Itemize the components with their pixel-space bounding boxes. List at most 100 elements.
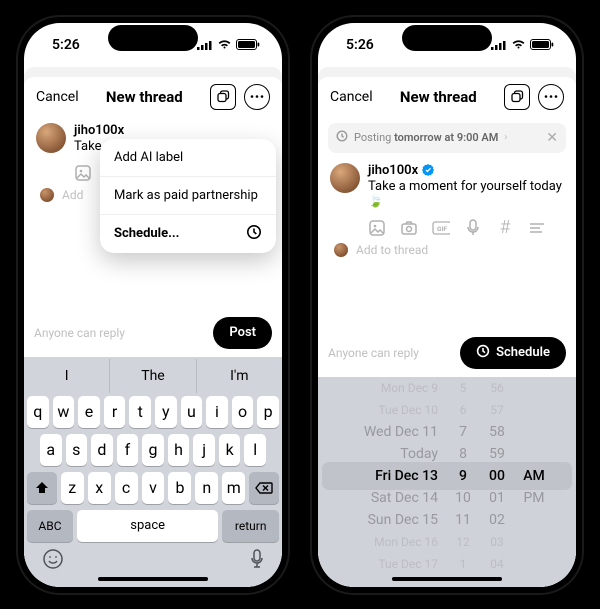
camera-icon[interactable] <box>400 219 418 237</box>
key-i[interactable]: i <box>206 396 228 428</box>
emoji-icon[interactable] <box>42 548 64 574</box>
key-n[interactable]: n <box>195 472 218 504</box>
schedule-button[interactable]: Schedule <box>460 337 566 369</box>
key-shift[interactable] <box>27 472 57 504</box>
prediction-0[interactable]: I <box>24 359 109 393</box>
cellular-icon <box>491 40 507 50</box>
wheel-hour[interactable]: 5 6 7 8 9 10 11 12 1 <box>446 377 480 575</box>
key-p[interactable]: p <box>257 396 279 428</box>
key-c[interactable]: c <box>115 472 138 504</box>
key-j[interactable]: j <box>193 434 215 466</box>
hashtag-icon[interactable]: # <box>496 219 514 237</box>
duplicate-icon[interactable] <box>210 84 236 110</box>
phone-right: 5:26 Cancel New thread Posting tomorrow … <box>310 15 584 595</box>
status-icons <box>491 39 554 50</box>
key-r[interactable]: r <box>104 396 126 428</box>
wheel-minute[interactable]: 56 57 58 59 00 01 02 03 04 <box>480 377 514 575</box>
key-abc[interactable]: ABC <box>27 510 73 542</box>
date-picker[interactable]: Mon Dec 9 Tue Dec 10 Wed Dec 11 Today Fr… <box>318 377 576 587</box>
nav-bar: Cancel New thread <box>24 77 282 117</box>
phone-left: 5:26 Cancel New thread jiho100x <box>16 15 290 595</box>
menu-schedule[interactable]: Schedule... <box>100 215 276 253</box>
key-backspace[interactable] <box>249 472 279 504</box>
compose-footer: Anyone can reply Schedule <box>318 329 576 377</box>
key-e[interactable]: e <box>78 396 100 428</box>
cancel-button[interactable]: Cancel <box>330 89 373 105</box>
username[interactable]: jiho100x <box>368 163 418 178</box>
key-d[interactable]: d <box>91 434 113 466</box>
key-return[interactable]: return <box>222 510 279 542</box>
username[interactable]: jiho100x <box>74 123 124 138</box>
attach-toolbar: GIF # <box>368 219 564 237</box>
compose-sheet: Cancel New thread jiho100x Take a m <box>24 77 282 587</box>
add-thread-label: Add <box>62 188 83 202</box>
home-indicator[interactable] <box>392 577 502 581</box>
key-v[interactable]: v <box>142 472 165 504</box>
menu-ai-label[interactable]: Add AI label <box>100 139 276 177</box>
wifi-icon <box>217 39 232 50</box>
screen: 5:26 Cancel New thread Posting tomorrow … <box>318 23 576 587</box>
mic-icon[interactable] <box>464 219 482 237</box>
key-t[interactable]: t <box>129 396 151 428</box>
nav-title: New thread <box>400 88 477 106</box>
wheel-ampm[interactable]: AM PM <box>514 377 554 575</box>
key-s[interactable]: s <box>66 434 88 466</box>
key-l[interactable]: l <box>244 434 266 466</box>
avatar[interactable] <box>36 123 66 153</box>
close-icon[interactable]: ✕ <box>546 130 558 146</box>
key-y[interactable]: y <box>155 396 177 428</box>
add-to-thread[interactable]: Add to thread <box>318 237 576 257</box>
svg-text:GIF: GIF <box>437 225 447 233</box>
gallery-icon[interactable] <box>368 219 386 237</box>
reply-scope[interactable]: Anyone can reply <box>328 346 419 360</box>
cancel-button[interactable]: Cancel <box>36 89 79 105</box>
key-g[interactable]: g <box>142 434 164 466</box>
key-o[interactable]: o <box>232 396 254 428</box>
key-a[interactable]: a <box>40 434 62 466</box>
wifi-icon <box>511 39 526 50</box>
post-text[interactable]: Take a moment for yourself today 🍃 <box>368 179 564 209</box>
key-k[interactable]: k <box>219 434 241 466</box>
verified-icon <box>422 164 434 176</box>
gallery-icon[interactable] <box>74 164 92 182</box>
gif-icon[interactable]: GIF <box>432 219 450 237</box>
reply-scope[interactable]: Anyone can reply <box>34 326 125 340</box>
menu-paid-partnership[interactable]: Mark as paid partnership <box>100 177 276 215</box>
key-w[interactable]: w <box>53 396 75 428</box>
prediction-1[interactable]: The <box>109 359 195 393</box>
key-x[interactable]: x <box>88 472 111 504</box>
compose-area: jiho100x Take a moment for yourself toda… <box>318 157 576 237</box>
status-icons <box>197 39 260 50</box>
add-thread-label: Add to thread <box>356 243 428 257</box>
prediction-2[interactable]: I'm <box>196 359 282 393</box>
mini-avatar <box>40 188 54 202</box>
compose-sheet: Cancel New thread Posting tomorrow at 9:… <box>318 77 576 587</box>
key-q[interactable]: q <box>27 396 49 428</box>
key-u[interactable]: u <box>181 396 203 428</box>
more-menu-button[interactable] <box>538 84 564 110</box>
keyboard: I The I'm q w e r t y u i o p a <box>24 357 282 587</box>
cellular-icon <box>197 40 213 50</box>
duplicate-icon[interactable] <box>504 84 530 110</box>
post-button[interactable]: Post <box>213 317 272 349</box>
more-menu-button[interactable] <box>244 84 270 110</box>
key-f[interactable]: f <box>117 434 139 466</box>
schedule-banner[interactable]: Posting tomorrow at 9:00 AM › ✕ <box>328 123 566 153</box>
avatar[interactable] <box>330 163 360 193</box>
nav-bar: Cancel New thread <box>318 77 576 117</box>
wheel-date[interactable]: Mon Dec 9 Tue Dec 10 Wed Dec 11 Today Fr… <box>326 377 446 575</box>
mic-icon[interactable] <box>250 549 264 573</box>
key-h[interactable]: h <box>168 434 190 466</box>
key-space[interactable]: space <box>77 510 218 542</box>
key-b[interactable]: b <box>168 472 191 504</box>
schedule-when: tomorrow at 9:00 AM <box>394 131 498 144</box>
battery-icon <box>530 39 554 50</box>
clock-icon <box>336 130 348 145</box>
key-z[interactable]: z <box>61 472 84 504</box>
home-indicator[interactable] <box>98 577 208 581</box>
notch <box>402 25 492 51</box>
clock-icon <box>246 224 262 244</box>
leaf-emoji: 🍃 <box>368 194 383 208</box>
menu-lines-icon[interactable] <box>528 219 546 237</box>
key-m[interactable]: m <box>222 472 245 504</box>
